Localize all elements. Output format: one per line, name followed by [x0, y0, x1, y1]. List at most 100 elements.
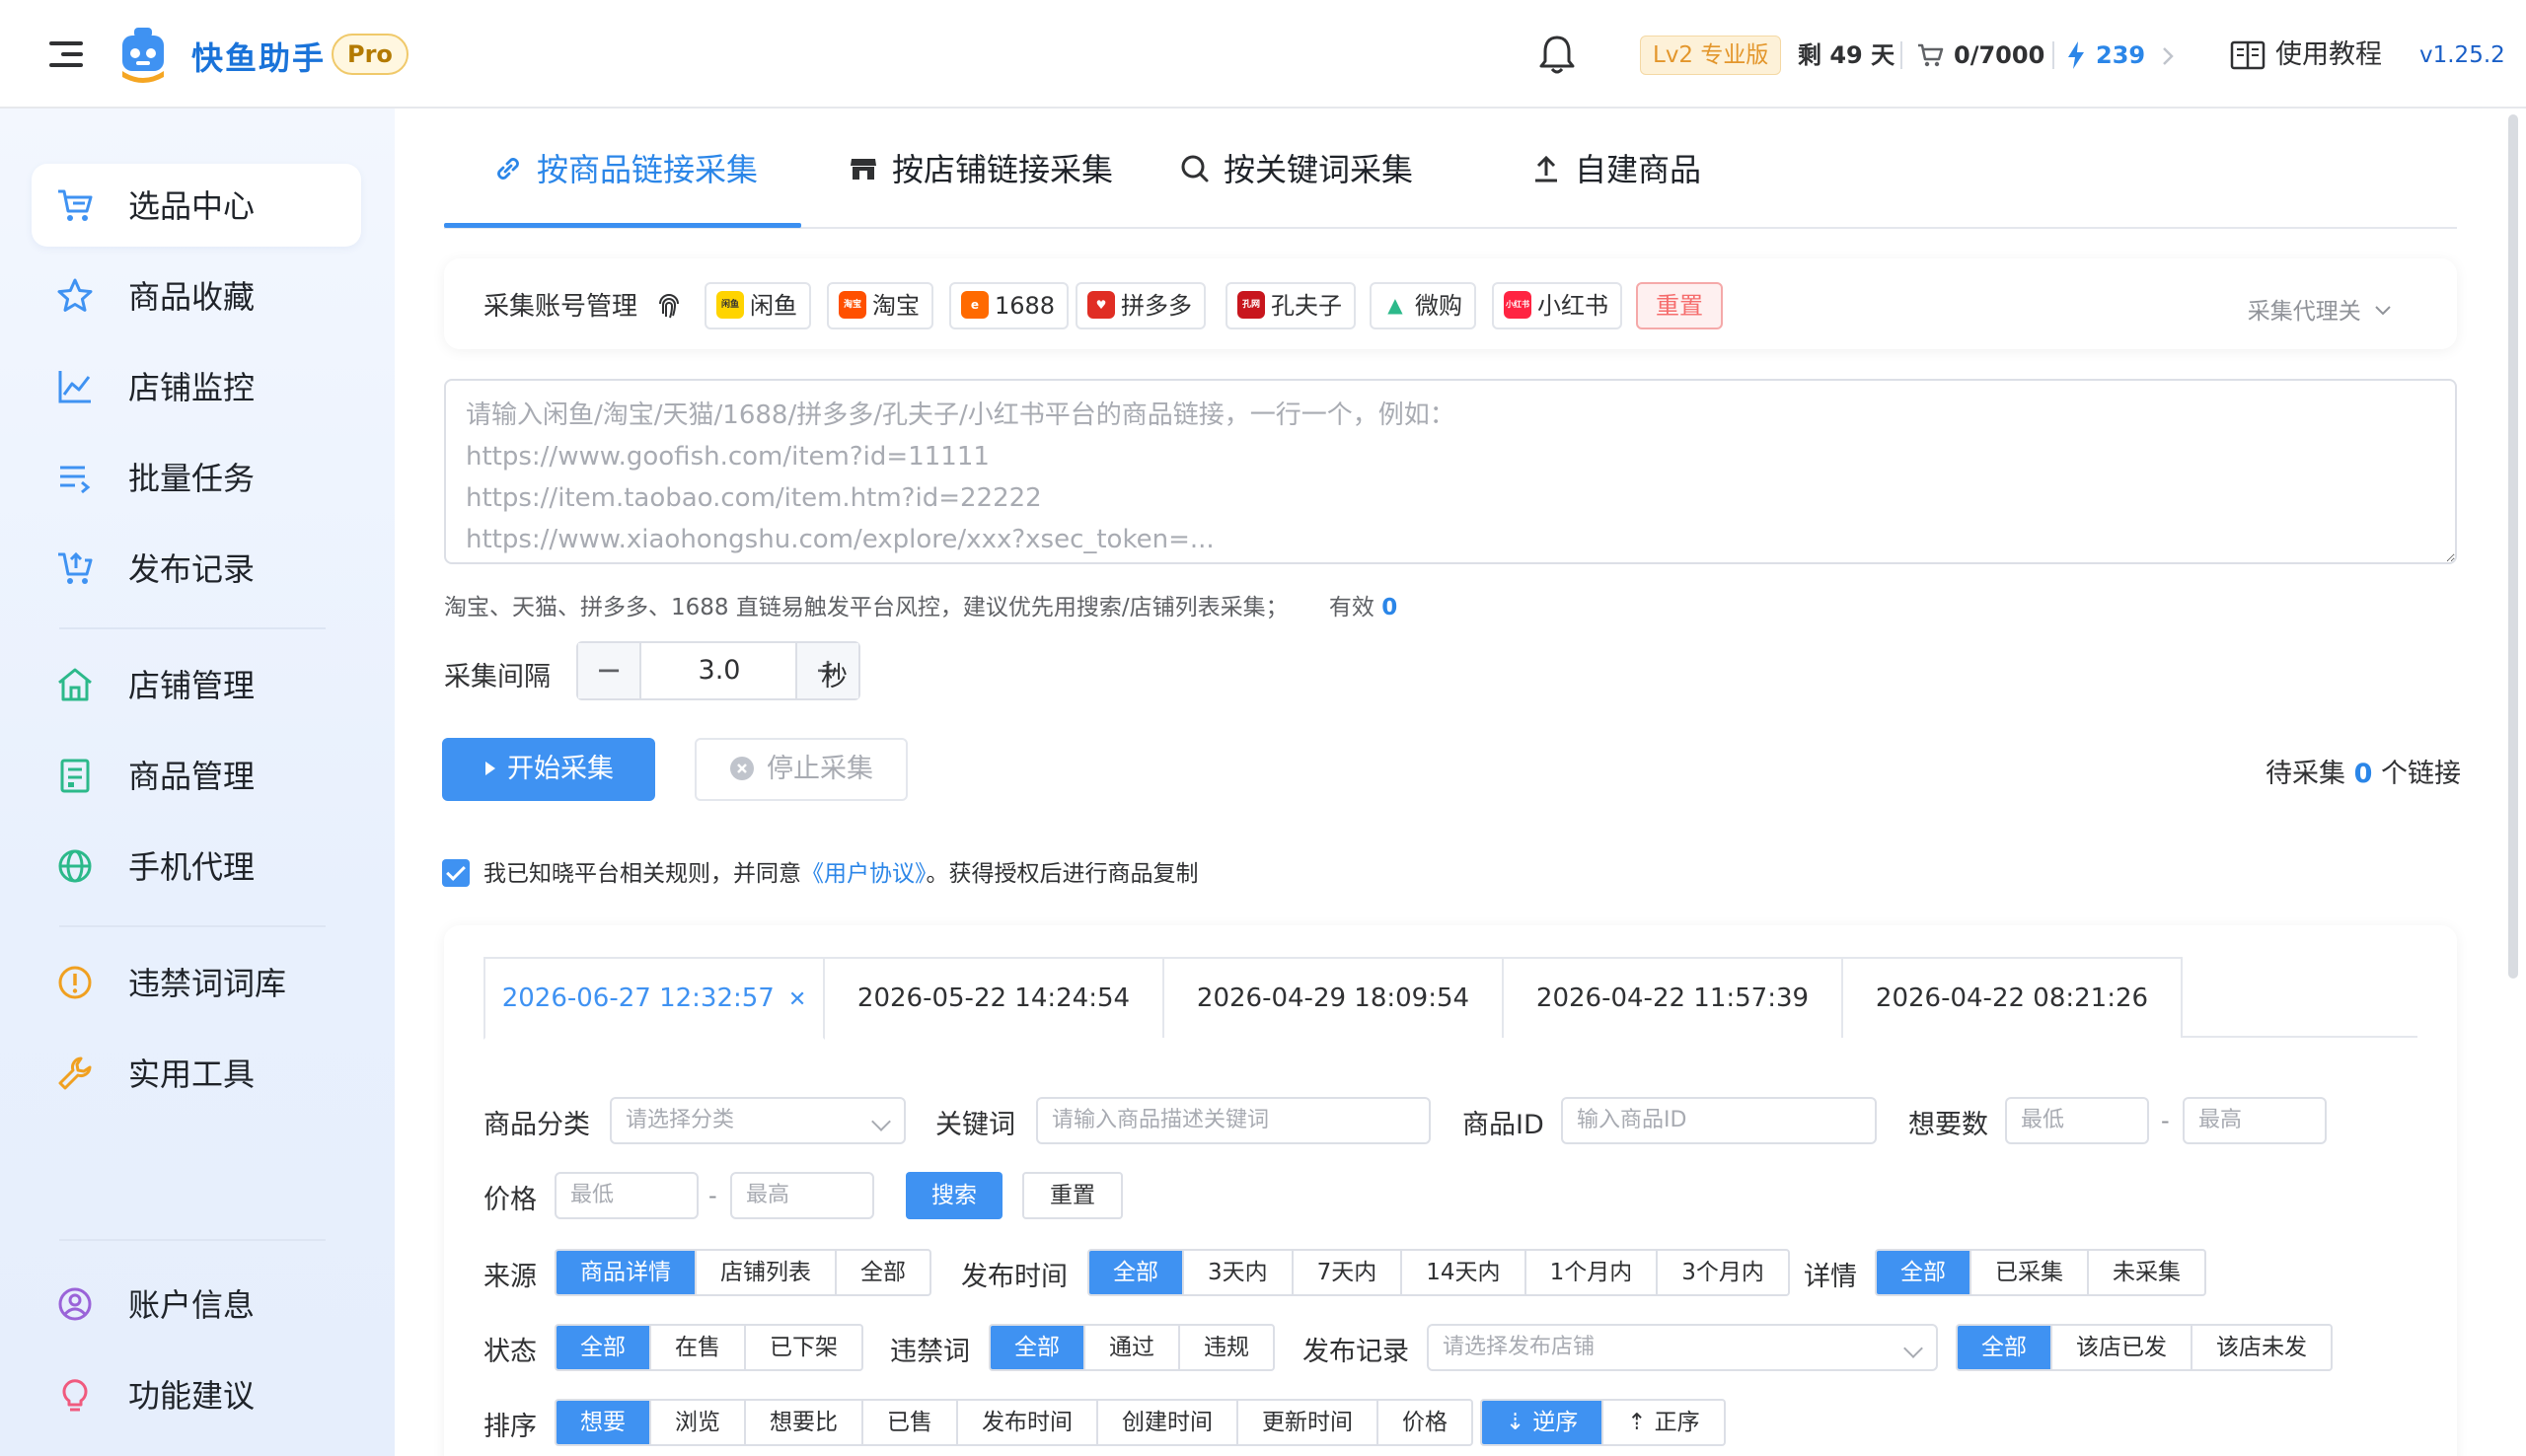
category-select[interactable]: 请选择分类 — [610, 1097, 906, 1144]
points-count[interactable]: 239 — [2096, 39, 2145, 71]
publish-shop-select[interactable]: 请选择发布店铺 — [1427, 1324, 1938, 1371]
source-option[interactable]: 商品详情 — [557, 1251, 697, 1294]
banned-word-option[interactable]: 违规 — [1180, 1326, 1273, 1369]
sidebar-item-selection-center[interactable]: 选品中心 — [32, 164, 361, 247]
history-tab[interactable]: 2026-06-27 12:32:57 ✕ — [483, 957, 825, 1040]
tab-by-shop-link[interactable]: 按店铺链接采集 — [849, 138, 1113, 229]
sort-option[interactable]: 价格 — [1378, 1401, 1471, 1444]
status-option[interactable]: 全部 — [557, 1326, 651, 1369]
sidebar-item-publish-records[interactable]: 发布记录 — [32, 527, 361, 610]
tab-by-keyword[interactable]: 按关键词采集 — [1180, 138, 1413, 229]
platform-chip-xiaohongshu[interactable]: 小红书 小红书 — [1492, 282, 1622, 329]
banned-word-option[interactable]: 全部 — [991, 1326, 1085, 1369]
price-max-input[interactable]: 最高 — [730, 1172, 874, 1219]
sort-option[interactable]: 更新时间 — [1238, 1401, 1378, 1444]
menu-toggle-icon[interactable] — [49, 39, 83, 69]
account-reset-button[interactable]: 重置 — [1636, 282, 1723, 329]
publish-time-option[interactable]: 3天内 — [1184, 1251, 1294, 1294]
sidebar-item-label: 选品中心 — [128, 187, 256, 225]
publish-record-option[interactable]: 该店已发 — [2052, 1326, 2192, 1369]
history-tab[interactable]: 2026-04-22 11:57:39 — [1502, 957, 1843, 1038]
book-icon[interactable] — [2230, 39, 2266, 71]
start-collect-button[interactable]: 开始采集 — [442, 738, 655, 801]
bell-icon[interactable] — [1537, 34, 1577, 75]
sort-option[interactable]: 已售 — [863, 1401, 958, 1444]
detail-option[interactable]: 全部 — [1877, 1251, 1971, 1294]
publish-time-option[interactable]: 7天内 — [1294, 1251, 1403, 1294]
history-tab[interactable]: 2026-04-22 08:21:26 — [1841, 957, 2183, 1038]
page-scrollbar[interactable] — [2508, 114, 2518, 979]
detail-option[interactable]: 未采集 — [2089, 1251, 2204, 1294]
history-tab[interactable]: 2026-05-22 14:24:54 — [823, 957, 1164, 1038]
agreement-checkbox[interactable] — [442, 858, 470, 887]
product-links-input[interactable] — [444, 379, 2457, 564]
help-link[interactable]: 使用教程 — [2275, 39, 2382, 71]
want-min-input[interactable]: 最低 — [2005, 1097, 2149, 1144]
decrement-button[interactable]: − — [578, 643, 641, 698]
sidebar-item-label: 手机代理 — [128, 848, 256, 886]
platform-chip-pinduoduo[interactable]: ♥ 拼多多 — [1076, 282, 1206, 329]
level-badge[interactable]: Lv2 专业版 — [1640, 36, 1782, 75]
stop-collect-button[interactable]: 停止采集 — [695, 738, 908, 801]
publish-time-option[interactable]: 1个月内 — [1526, 1251, 1659, 1294]
sidebar-item-tools[interactable]: 实用工具 — [32, 1032, 361, 1115]
publish-time-option[interactable]: 3个月内 — [1658, 1251, 1788, 1294]
publish-time-label: 发布时间 — [961, 1262, 1068, 1292]
order-asc-option[interactable]: ⇡ 正序 — [1603, 1401, 1723, 1444]
publish-record-option[interactable]: 全部 — [1958, 1326, 2052, 1369]
platform-chip-1688[interactable]: e 1688 — [949, 282, 1070, 329]
close-icon[interactable]: ✕ — [788, 987, 806, 1012]
status-option[interactable]: 在售 — [651, 1326, 746, 1369]
interval-value[interactable]: 3.0 — [643, 643, 795, 698]
tab-custom-product[interactable]: 自建商品 — [1531, 138, 1701, 229]
history-tab[interactable]: 2026-04-29 18:09:54 — [1162, 957, 1504, 1038]
mountain-icon: ▲ — [1387, 293, 1403, 317]
order-desc-option[interactable]: ⇣ 逆序 — [1482, 1401, 1604, 1444]
publish-time-option[interactable]: 全部 — [1089, 1251, 1184, 1294]
sidebar-item-batch-tasks[interactable]: 批量任务 — [32, 436, 361, 519]
sidebar-item-shop-monitor[interactable]: 店铺监控 — [32, 345, 361, 428]
sidebar-item-mobile-proxy[interactable]: 手机代理 — [32, 825, 361, 908]
order-segmented: ⇣ 逆序 ⇡ 正序 — [1480, 1399, 1726, 1446]
search-button[interactable]: 搜索 — [906, 1172, 1003, 1219]
valid-count: 0 — [1381, 595, 1398, 620]
detail-option[interactable]: 已采集 — [1971, 1251, 2089, 1294]
search-icon — [1181, 155, 1209, 182]
sidebar-item-favorites[interactable]: 商品收藏 — [32, 255, 361, 337]
user-agreement-link[interactable]: 《用户协议》 — [801, 861, 927, 887]
tab-by-product-link[interactable]: 按商品链接采集 — [493, 138, 758, 229]
sidebar-item-shop-management[interactable]: 店铺管理 — [32, 643, 361, 726]
sort-option[interactable]: 想要 — [557, 1401, 651, 1444]
chevron-down-icon — [1903, 1339, 1923, 1358]
source-option[interactable]: 店铺列表 — [697, 1251, 837, 1294]
platform-chip-taobao[interactable]: 淘宝 淘宝 — [827, 282, 933, 329]
chevron-right-icon[interactable] — [2161, 45, 2175, 67]
price-label: 价格 — [483, 1185, 537, 1215]
cart-count: 0/7000 — [1954, 41, 2045, 69]
source-option[interactable]: 全部 — [837, 1251, 929, 1294]
fingerprint-icon[interactable] — [655, 292, 683, 320]
keyword-input[interactable]: 请输入商品描述关键词 — [1036, 1097, 1431, 1144]
banned-word-option[interactable]: 通过 — [1085, 1326, 1180, 1369]
publish-time-option[interactable]: 14天内 — [1402, 1251, 1526, 1294]
reset-button[interactable]: 重置 — [1022, 1172, 1123, 1219]
keyword-label: 关键词 — [935, 1110, 1015, 1140]
publish-record-segmented: 全部 该店已发 该店未发 — [1956, 1324, 2333, 1371]
sidebar-item-account-info[interactable]: 账户信息 — [32, 1263, 361, 1346]
platform-chip-xianyu[interactable]: 闲鱼 闲鱼 — [705, 282, 811, 329]
want-max-input[interactable]: 最高 — [2183, 1097, 2327, 1144]
sort-option[interactable]: 创建时间 — [1098, 1401, 1238, 1444]
price-min-input[interactable]: 最低 — [555, 1172, 699, 1219]
sort-option[interactable]: 发布时间 — [958, 1401, 1098, 1444]
status-option[interactable]: 已下架 — [746, 1326, 861, 1369]
sidebar-item-feedback[interactable]: 功能建议 — [32, 1353, 361, 1436]
publish-record-option[interactable]: 该店未发 — [2192, 1326, 2331, 1369]
platform-chip-weigou[interactable]: ▲ 微购 — [1370, 282, 1476, 329]
product-id-input[interactable]: 输入商品ID — [1561, 1097, 1877, 1144]
sort-option[interactable]: 想要比 — [746, 1401, 863, 1444]
proxy-toggle[interactable]: 采集代理关 — [2248, 292, 2392, 326]
sidebar-item-banned-words[interactable]: 违禁词词库 — [32, 941, 361, 1024]
platform-chip-kongfuzi[interactable]: 孔网 孔夫子 — [1226, 282, 1356, 329]
sort-option[interactable]: 浏览 — [651, 1401, 746, 1444]
sidebar-item-product-management[interactable]: 商品管理 — [32, 734, 361, 817]
